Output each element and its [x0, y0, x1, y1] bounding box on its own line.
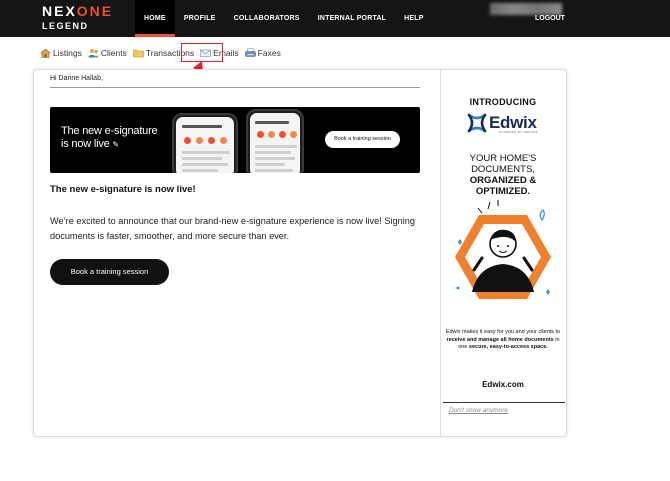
edwix-logo-icon — [467, 113, 487, 133]
subnav-faxes-label: Faxes — [257, 48, 281, 58]
ad-desc-part1: Edwix makes it easy for you and your cli… — [445, 329, 561, 335]
nav-home[interactable]: HOME — [135, 0, 175, 37]
subnav-clients-label: Clients — [100, 48, 127, 58]
ad-description: Edwix makes it easy for you and your cli… — [445, 329, 561, 352]
banner-text-line1: The new e-signature — [61, 125, 158, 137]
edwix-logo-sub: POWERED BY NEXONE — [499, 130, 538, 134]
banner-training-button[interactable]: Book a training session — [325, 131, 400, 148]
fax-icon — [244, 48, 256, 58]
sub-nav: Listings Clients Transactions Emails Fax… — [40, 46, 287, 60]
top-navbar: NEXONE LEGEND HOME PROFILE COLLABORATORS… — [0, 0, 670, 37]
message-body: We’re excited to announce that our brand… — [50, 216, 415, 241]
person-holding-frame-illustration — [455, 200, 551, 299]
main-nav: HOME PROFILE COLLABORATORS INTERNAL PORT… — [135, 0, 433, 37]
nexone-legend-logo[interactable]: NEXONE LEGEND — [42, 4, 134, 32]
banner-text: The new e-signature is now live ✎ — [61, 125, 158, 151]
people-icon — [88, 48, 99, 58]
greeting-text: Hi Darine Hallab, — [50, 75, 103, 82]
ad-introducing: INTRODUCING — [469, 97, 537, 107]
ad-tagline-line3: ORGANIZED & — [469, 175, 537, 186]
nav-internal-portal[interactable]: INTERNAL PORTAL — [309, 0, 395, 37]
ad-desc-bold1: receive and manage all home documents — [446, 336, 554, 343]
nav-help[interactable]: HELP — [395, 0, 432, 37]
nav-profile[interactable]: PROFILE — [175, 0, 225, 37]
subnav-clients[interactable]: Clients — [88, 46, 127, 60]
pen-icon: ✎ — [112, 140, 119, 149]
phone-mockup-left — [172, 113, 238, 173]
message-headline: The new e-signature is now live! — [50, 184, 196, 195]
edwix-logo[interactable]: Edwix POWERED BY NEXONE — [466, 110, 546, 136]
subnav-listings[interactable]: Listings — [40, 46, 82, 60]
subnav-faxes[interactable]: Faxes — [244, 46, 281, 60]
ad-tagline-line2: DOCUMENTS, — [471, 164, 535, 175]
ad-tagline: YOUR HOME'S DOCUMENTS, ORGANIZED & OPTIM… — [441, 153, 565, 197]
folder-icon — [133, 48, 144, 58]
nav-collaborators[interactable]: COLLABORATORS — [225, 0, 309, 37]
ad-divider — [443, 402, 565, 403]
ad-desc-bold2: secure, easy-to-access space. — [468, 344, 548, 350]
phone-mockup-right — [246, 109, 304, 173]
ad-tagline-line1: YOUR HOME'S — [469, 153, 537, 164]
logout-link[interactable]: LOGOUT — [535, 14, 565, 24]
subnav-listings-label: Listings — [53, 48, 82, 58]
book-training-button[interactable]: Book a training session — [50, 259, 169, 285]
logo-nex: NEX — [42, 3, 77, 19]
ad-tagline-line4: OPTIMIZED. — [475, 186, 531, 197]
logo-legend: LEGEND — [42, 21, 89, 31]
house-icon — [40, 48, 51, 58]
ad-url-link[interactable]: Edwix.com — [441, 380, 565, 389]
dont-show-anymore-link[interactable]: Don't show anymore — [449, 407, 508, 414]
logo-one: ONE — [76, 3, 114, 19]
banner-text-line2-label: is now live — [61, 138, 110, 150]
greeting-underline — [50, 87, 420, 88]
banner-text-line2: is now live ✎ — [61, 138, 157, 151]
